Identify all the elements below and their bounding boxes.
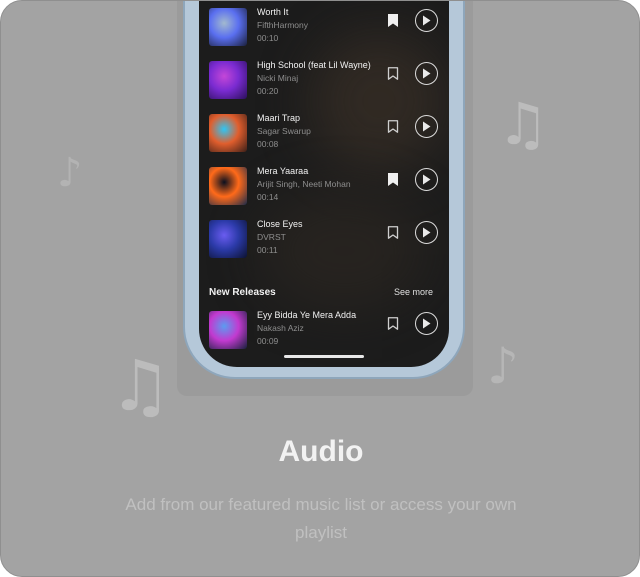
track-row[interactable]: Mera Yaaraa Arijit Singh, Neeti Mohan 00:1…	[209, 165, 441, 213]
section-title: New Releases	[209, 287, 276, 298]
track-duration: 00:08	[257, 139, 279, 149]
album-art	[209, 311, 247, 349]
track-info: Eyy Bidda Ye Mera Adda Nakash Aziz 00:09	[257, 309, 356, 348]
feature-card: ♪ ♫ ♫ ♪ Worth It FifthHarmony 00:10 High Sc…	[0, 0, 640, 577]
track-title: Mera Yaaraa	[257, 166, 309, 176]
track-row[interactable]: Close Eyes DVRST 00:11	[209, 218, 441, 266]
track-artist: Sagar Swarup	[257, 126, 311, 136]
track-duration: 00:10	[257, 33, 279, 43]
bookmark-icon[interactable]	[387, 226, 403, 242]
album-art	[209, 8, 247, 46]
track-info: Worth It FifthHarmony 00:10	[257, 6, 308, 45]
page-subtitle: Add from our featured music list or acce…	[125, 495, 517, 542]
track-info: High School (feat Lil Wayne) Nicki Minaj 0…	[257, 59, 371, 98]
see-more-link[interactable]: See more	[394, 287, 433, 297]
album-art	[209, 167, 247, 205]
track-info: Maari Trap Sagar Swarup 00:08	[257, 112, 311, 151]
track-duration: 00:09	[257, 336, 279, 346]
track-row[interactable]: Worth It FifthHarmony 00:10	[209, 6, 441, 54]
bookmark-icon[interactable]	[387, 317, 403, 333]
track-duration: 00:11	[257, 245, 278, 255]
music-note-icon: ♪	[487, 337, 519, 395]
bookmark-icon[interactable]	[387, 14, 403, 30]
album-art	[209, 61, 247, 99]
track-artist: FifthHarmony	[257, 20, 309, 30]
track-artist: DVRST	[257, 232, 286, 242]
play-button[interactable]	[415, 221, 438, 244]
track-title: Eyy Bidda Ye Mera Adda	[257, 310, 357, 320]
bookmark-icon[interactable]	[387, 67, 403, 83]
track-title: Worth It	[257, 7, 289, 17]
track-title: Maari Trap	[257, 113, 301, 123]
home-indicator[interactable]	[284, 355, 364, 358]
music-note-icon: ♫	[497, 90, 549, 158]
track-info: Mera Yaaraa Arijit Singh, Neeti Mohan 00:1…	[257, 165, 351, 204]
track-artist: Nakash Aziz	[257, 323, 304, 333]
track-title: High School (feat Lil Wayne)	[257, 60, 371, 70]
phone-screen: Worth It FifthHarmony 00:10 High School (fe…	[199, 1, 449, 367]
play-button[interactable]	[415, 62, 438, 85]
music-note-icon: ♪	[57, 150, 83, 196]
track-row[interactable]: High School (feat Lil Wayne) Nicki Minaj 0…	[209, 59, 441, 107]
bookmark-icon[interactable]	[387, 120, 403, 136]
new-releases-header: New Releases See more	[209, 287, 441, 301]
play-button[interactable]	[415, 9, 438, 32]
track-artist: Arijit Singh, Neeti Mohan	[257, 179, 351, 189]
track-duration: 00:14	[257, 192, 279, 202]
album-art	[209, 114, 247, 152]
album-art	[209, 220, 247, 258]
track-duration: 00:20	[257, 86, 279, 96]
bookmark-icon[interactable]	[387, 173, 403, 189]
music-note-icon: ♫	[109, 345, 172, 427]
play-button[interactable]	[415, 168, 438, 191]
page-title: Audio	[278, 435, 364, 468]
track-artist: Nicki Minaj	[257, 73, 299, 83]
track-row[interactable]: Eyy Bidda Ye Mera Adda Nakash Aziz 00:09	[209, 309, 441, 357]
track-row[interactable]: Maari Trap Sagar Swarup 00:08	[209, 112, 441, 160]
play-button[interactable]	[415, 312, 438, 335]
track-info: Close Eyes DVRST 00:11	[257, 218, 303, 257]
track-title: Close Eyes	[257, 219, 303, 229]
play-button[interactable]	[415, 115, 438, 138]
